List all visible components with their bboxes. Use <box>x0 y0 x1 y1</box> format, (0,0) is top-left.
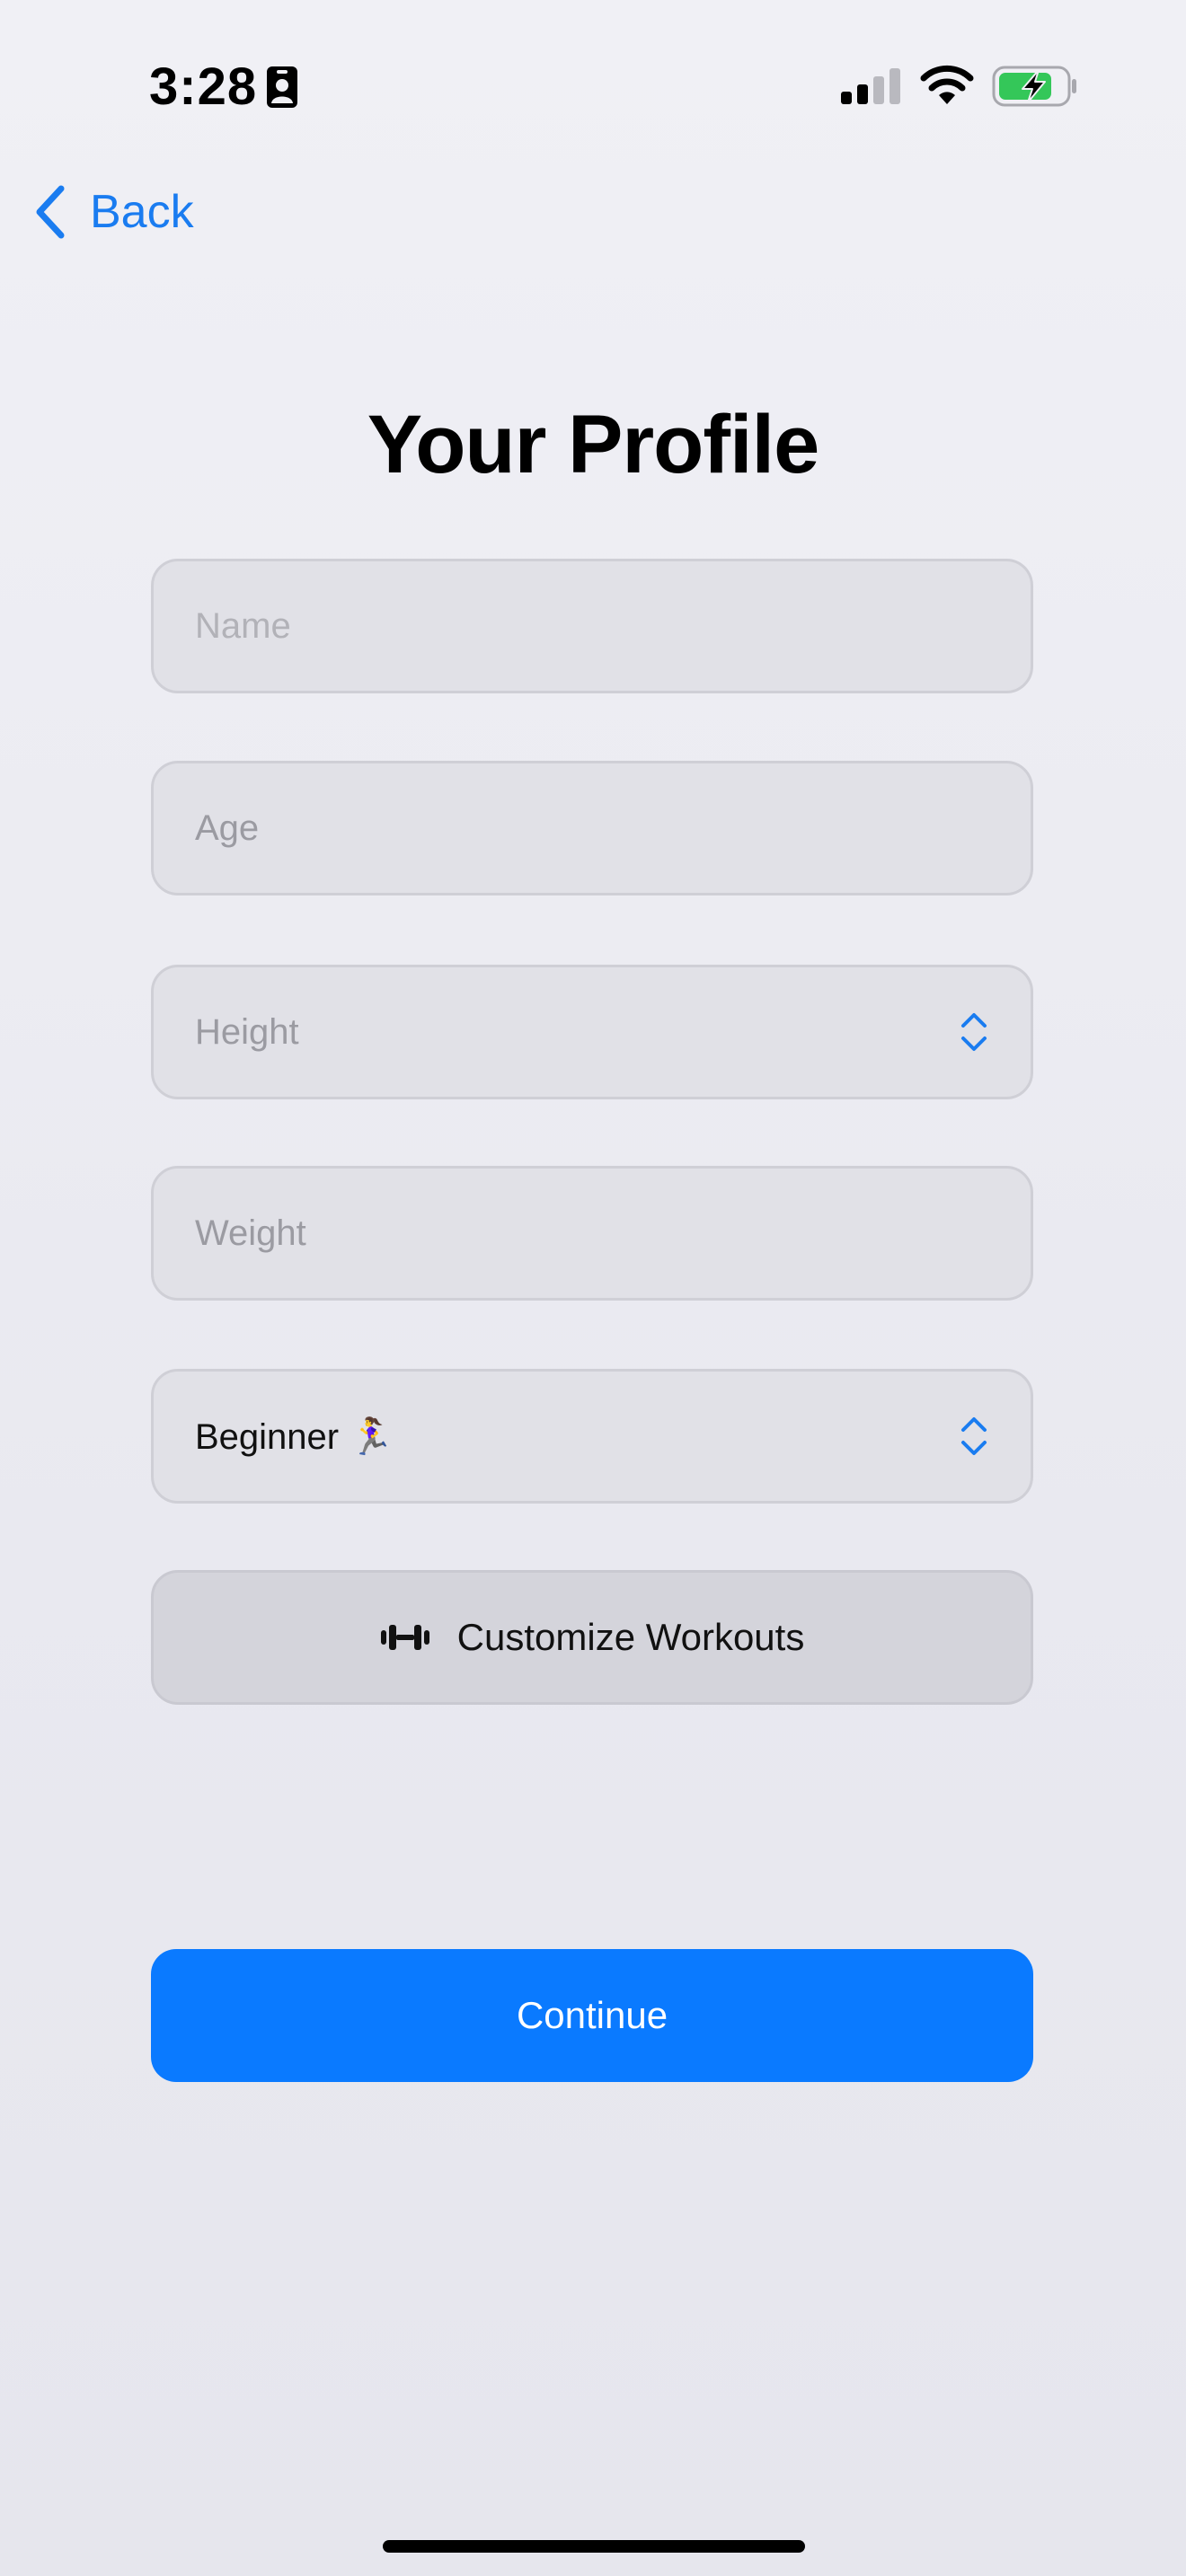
height-picker[interactable]: Height <box>151 965 1033 1099</box>
page-title: Your Profile <box>367 399 820 490</box>
back-button[interactable]: Back <box>31 176 194 248</box>
name-field[interactable] <box>151 559 1033 693</box>
cellular-signal-icon <box>841 68 900 104</box>
name-input[interactable] <box>195 605 989 647</box>
id-card-icon <box>267 66 297 108</box>
height-picker-label: Height <box>195 1011 299 1052</box>
home-indicator[interactable] <box>383 2540 805 2553</box>
age-field[interactable] <box>151 761 1033 895</box>
up-down-chevron-icon <box>961 1417 987 1455</box>
age-input[interactable] <box>195 807 989 849</box>
status-bar: 3:28 <box>0 0 1186 171</box>
customize-workouts-label: Customize Workouts <box>456 1616 805 1658</box>
continue-button[interactable]: Continue <box>151 1949 1033 2082</box>
status-time: 3:28 <box>149 57 258 116</box>
dumbbell-icon <box>380 1625 429 1650</box>
weight-input[interactable] <box>195 1213 989 1254</box>
fitness-level-value: Beginner 🏃‍♀️ <box>195 1416 394 1457</box>
continue-label: Continue <box>516 1994 668 2036</box>
weight-field[interactable] <box>151 1166 1033 1301</box>
fitness-level-picker[interactable]: Beginner 🏃‍♀️ <box>151 1369 1033 1504</box>
up-down-chevron-icon <box>961 1013 987 1051</box>
battery-charging-icon <box>992 66 1076 107</box>
wifi-icon <box>920 65 974 104</box>
customize-workouts-button[interactable]: Customize Workouts <box>151 1570 1033 1705</box>
back-label: Back <box>90 186 194 238</box>
chevron-left-icon <box>36 185 65 239</box>
